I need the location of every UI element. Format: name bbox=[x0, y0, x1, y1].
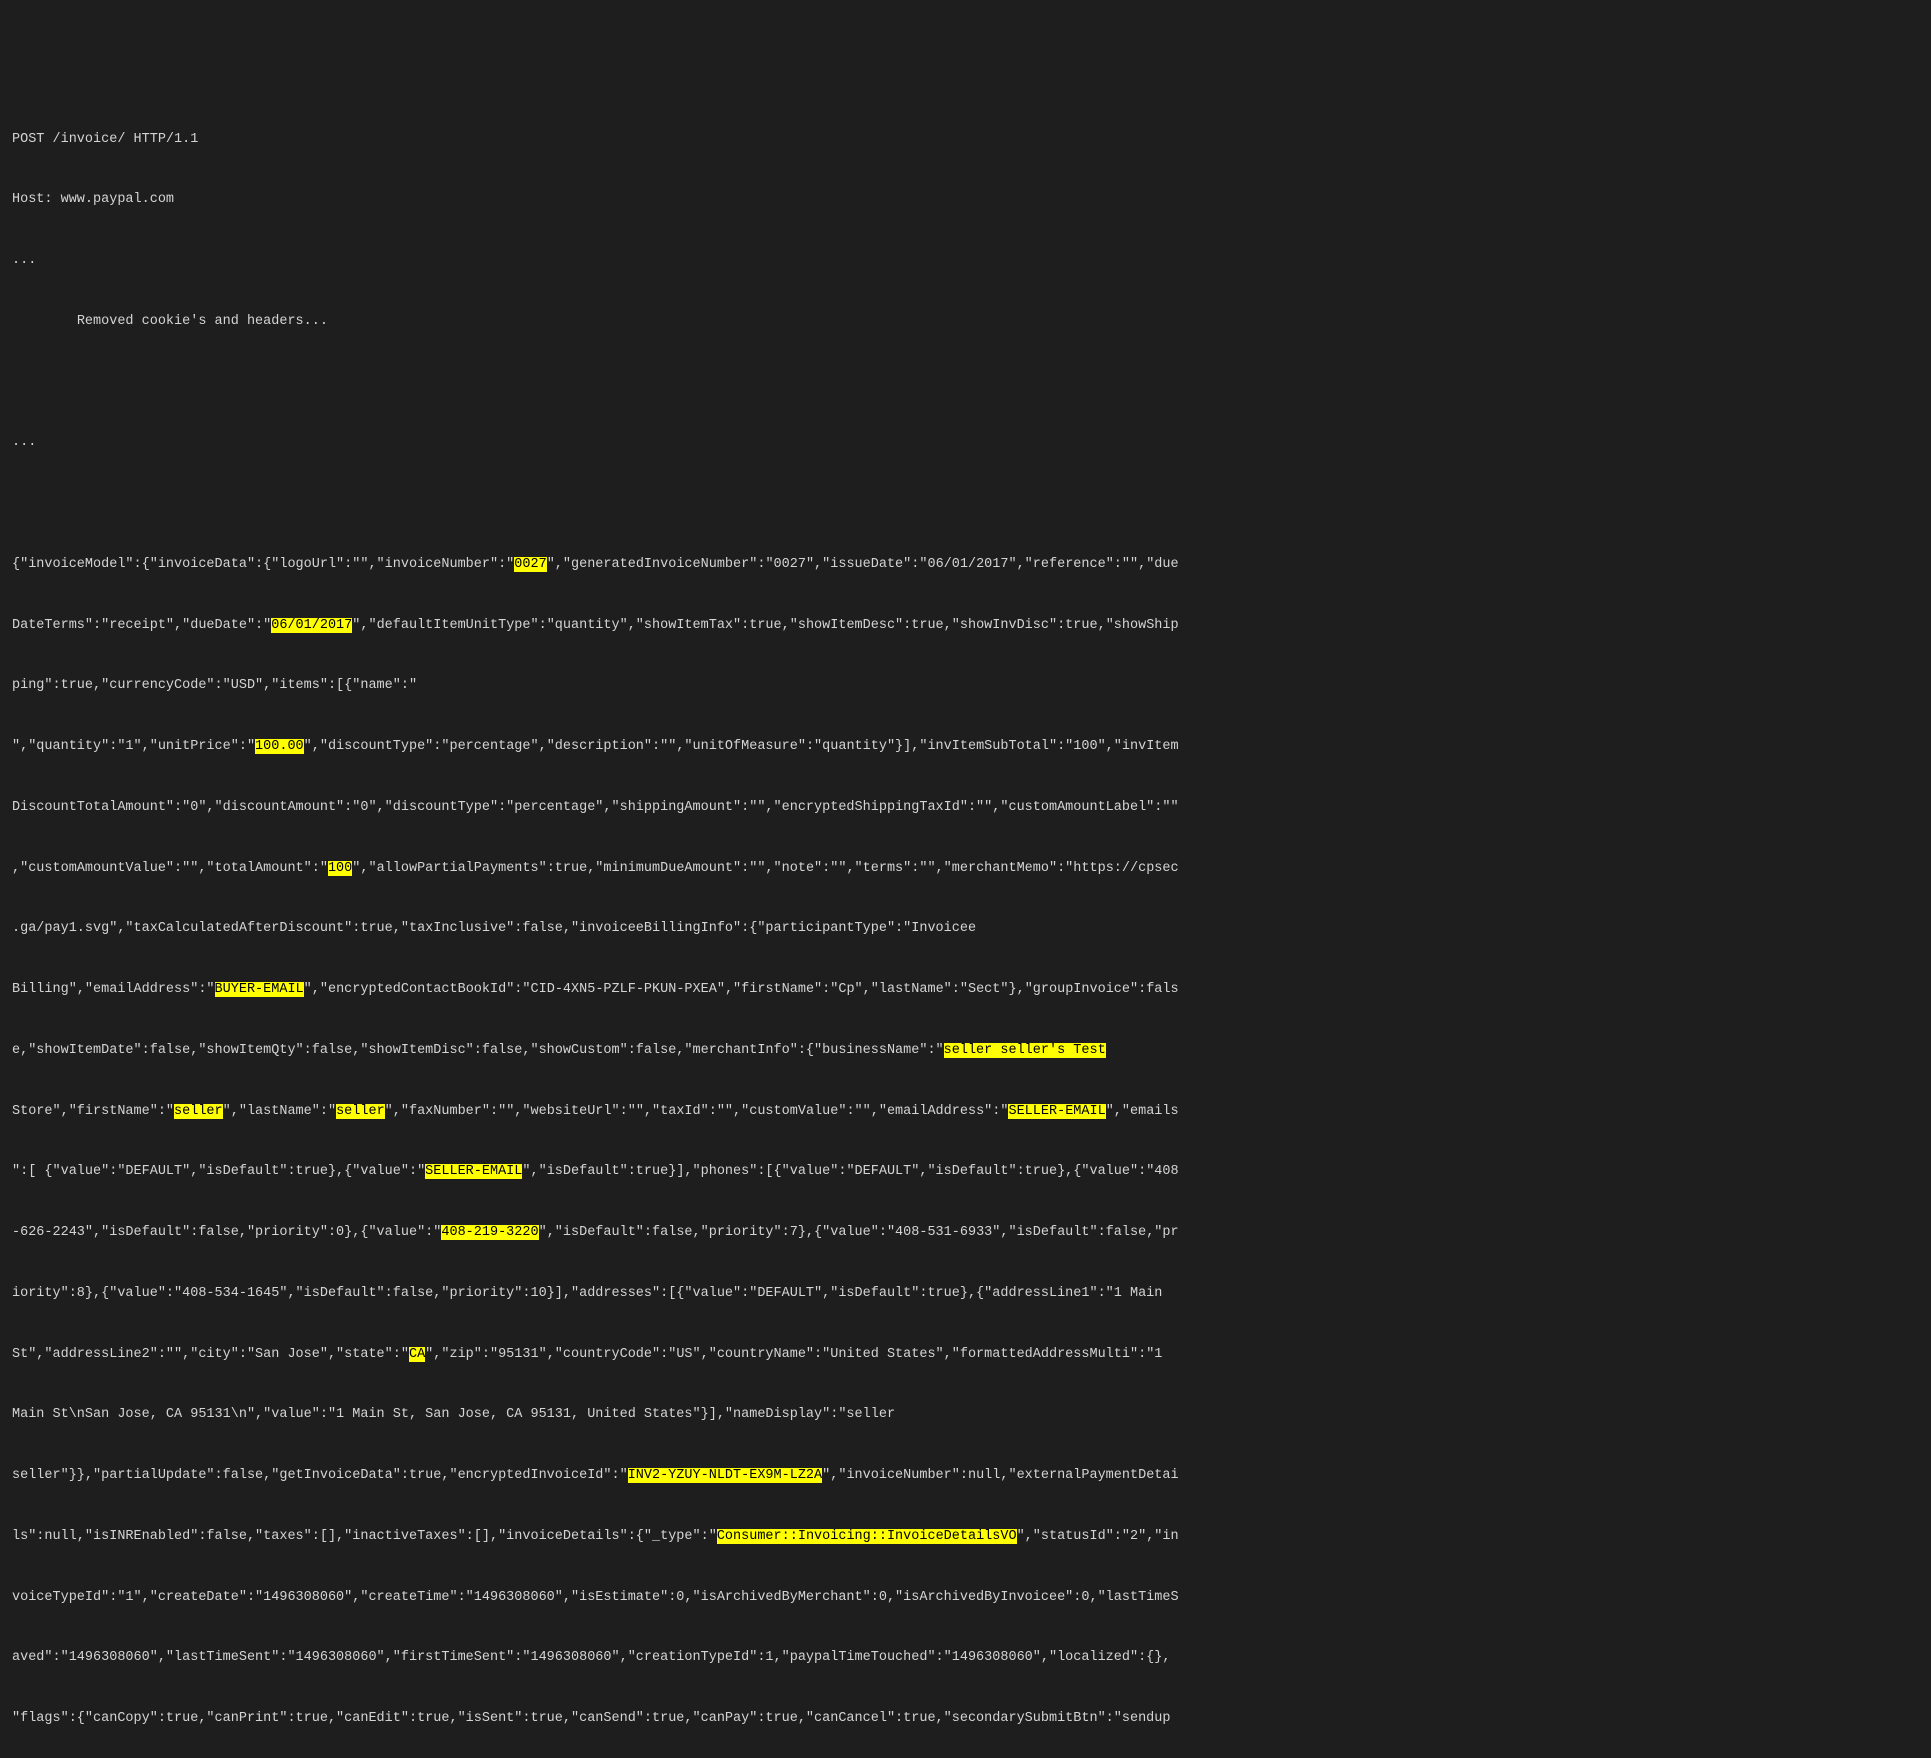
line-20: iority":8},{"value":"408-534-1645","isDe… bbox=[12, 1284, 1919, 1304]
line-2: Host: www.paypal.com bbox=[12, 190, 1919, 210]
line-6: ... bbox=[12, 433, 1919, 453]
line-24: ls":null,"isINREnabled":false,"taxes":[]… bbox=[12, 1527, 1919, 1547]
line-10: ping":true,"currencyCode":"USD","items":… bbox=[12, 676, 1919, 696]
line-5 bbox=[12, 373, 1919, 393]
line-22: Main St\nSan Jose, CA 95131\n","value":"… bbox=[12, 1405, 1919, 1425]
line-4: Removed cookie's and headers... bbox=[12, 312, 1919, 332]
line-9: DateTerms":"receipt","dueDate":"06/01/20… bbox=[12, 616, 1919, 636]
line-16: e,"showItemDate":false,"showItemQty":fal… bbox=[12, 1041, 1919, 1061]
line-23: seller"}},"partialUpdate":false,"getInvo… bbox=[12, 1466, 1919, 1486]
line-14: .ga/pay1.svg","taxCalculatedAfterDiscoun… bbox=[12, 919, 1919, 939]
line-8: {"invoiceModel":{"invoiceData":{"logoUrl… bbox=[12, 555, 1919, 575]
line-1: POST /invoice/ HTTP/1.1 bbox=[12, 130, 1919, 150]
line-21: St","addressLine2":"","city":"San Jose",… bbox=[12, 1345, 1919, 1365]
line-26: aved":"1496308060","lastTimeSent":"14963… bbox=[12, 1648, 1919, 1668]
line-13: ,"customAmountValue":"","totalAmount":"1… bbox=[12, 859, 1919, 879]
code-block: POST /invoice/ HTTP/1.1 Host: www.paypal… bbox=[12, 89, 1919, 1758]
line-7 bbox=[12, 494, 1919, 514]
line-3: ... bbox=[12, 251, 1919, 271]
line-11: ","quantity":"1","unitPrice":"100.00","d… bbox=[12, 737, 1919, 757]
line-25: voiceTypeId":"1","createDate":"149630806… bbox=[12, 1588, 1919, 1608]
line-17: Store","firstName":"seller","lastName":"… bbox=[12, 1102, 1919, 1122]
line-12: DiscountTotalAmount":"0","discountAmount… bbox=[12, 798, 1919, 818]
line-19: -626-2243","isDefault":false,"priority":… bbox=[12, 1223, 1919, 1243]
line-15: Billing","emailAddress":"BUYER-EMAIL","e… bbox=[12, 980, 1919, 1000]
line-27: "flags":{"canCopy":true,"canPrint":true,… bbox=[12, 1709, 1919, 1729]
line-18: ":[ {"value":"DEFAULT","isDefault":true}… bbox=[12, 1162, 1919, 1182]
